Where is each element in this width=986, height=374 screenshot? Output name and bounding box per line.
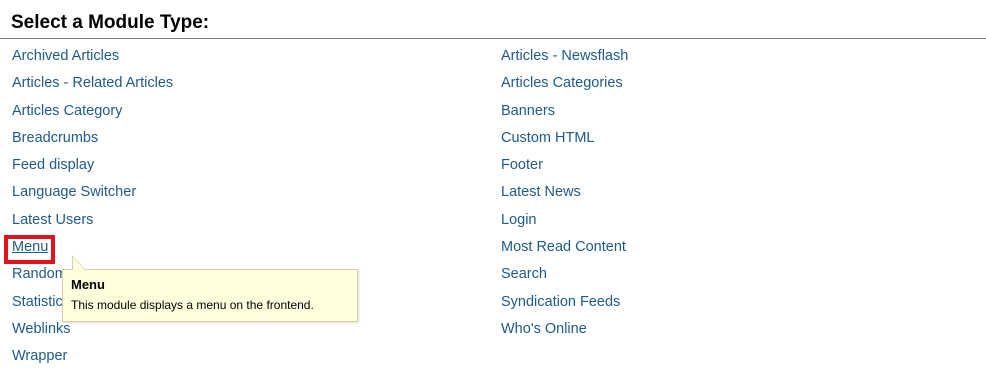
tooltip: Menu This module displays a menu on the … <box>62 269 358 322</box>
module-link-latest-users[interactable]: Latest Users <box>12 212 93 228</box>
module-link-archived-articles[interactable]: Archived Articles <box>12 48 119 64</box>
module-list-left: Archived Articles Articles - Related Art… <box>12 46 173 374</box>
list-item: Search <box>501 264 628 291</box>
module-link-latest-news[interactable]: Latest News <box>501 184 581 200</box>
list-item: Articles - Newsflash <box>501 46 628 73</box>
list-item: Custom HTML <box>501 128 628 155</box>
list-item: Menu <box>12 237 173 264</box>
module-link-feed-display[interactable]: Feed display <box>12 157 94 173</box>
list-item: Articles Category <box>12 101 173 128</box>
list-item: Who's Online <box>501 319 628 346</box>
module-link-language-switcher[interactable]: Language Switcher <box>12 184 136 200</box>
list-item: Breadcrumbs <box>12 128 173 155</box>
list-item: Wrapper <box>12 346 173 373</box>
list-item: Footer <box>501 155 628 182</box>
list-item: Latest Users <box>12 210 173 237</box>
tooltip-pointer-fill <box>73 257 85 270</box>
module-link-weblinks[interactable]: Weblinks <box>12 321 71 337</box>
module-link-whos-online[interactable]: Who's Online <box>501 321 587 337</box>
list-item: Login <box>501 210 628 237</box>
module-link-banners[interactable]: Banners <box>501 103 555 119</box>
list-item: Latest News <box>501 182 628 209</box>
list-item: Articles Categories <box>501 73 628 100</box>
list-item: Articles - Related Articles <box>12 73 173 100</box>
page-title: Select a Module Type: <box>11 12 210 33</box>
tooltip-title: Menu <box>71 277 105 292</box>
list-item: Language Switcher <box>12 182 173 209</box>
module-link-articles-categories[interactable]: Articles Categories <box>501 75 623 91</box>
module-link-articles-related-articles[interactable]: Articles - Related Articles <box>12 75 173 91</box>
list-item: Banners <box>501 101 628 128</box>
list-item: Weblinks <box>12 319 173 346</box>
module-link-articles-newsflash[interactable]: Articles - Newsflash <box>501 48 628 64</box>
module-link-syndication-feeds[interactable]: Syndication Feeds <box>501 294 620 310</box>
module-link-articles-category[interactable]: Articles Category <box>12 103 122 119</box>
tooltip-description: This module displays a menu on the front… <box>71 298 314 312</box>
list-item: Syndication Feeds <box>501 292 628 319</box>
module-link-custom-html[interactable]: Custom HTML <box>501 130 594 146</box>
list-item: Archived Articles <box>12 46 173 73</box>
module-link-login[interactable]: Login <box>501 212 536 228</box>
page-header: Select a Module Type: <box>0 0 986 39</box>
module-link-search[interactable]: Search <box>501 266 547 282</box>
module-list-right: Articles - Newsflash Articles Categories… <box>501 46 628 346</box>
module-link-footer[interactable]: Footer <box>501 157 543 173</box>
module-link-menu[interactable]: Menu <box>12 239 48 255</box>
module-link-wrapper[interactable]: Wrapper <box>12 348 67 364</box>
module-link-breadcrumbs[interactable]: Breadcrumbs <box>12 130 98 146</box>
list-item: Most Read Content <box>501 237 628 264</box>
list-item: Feed display <box>12 155 173 182</box>
module-link-most-read-content[interactable]: Most Read Content <box>501 239 626 255</box>
